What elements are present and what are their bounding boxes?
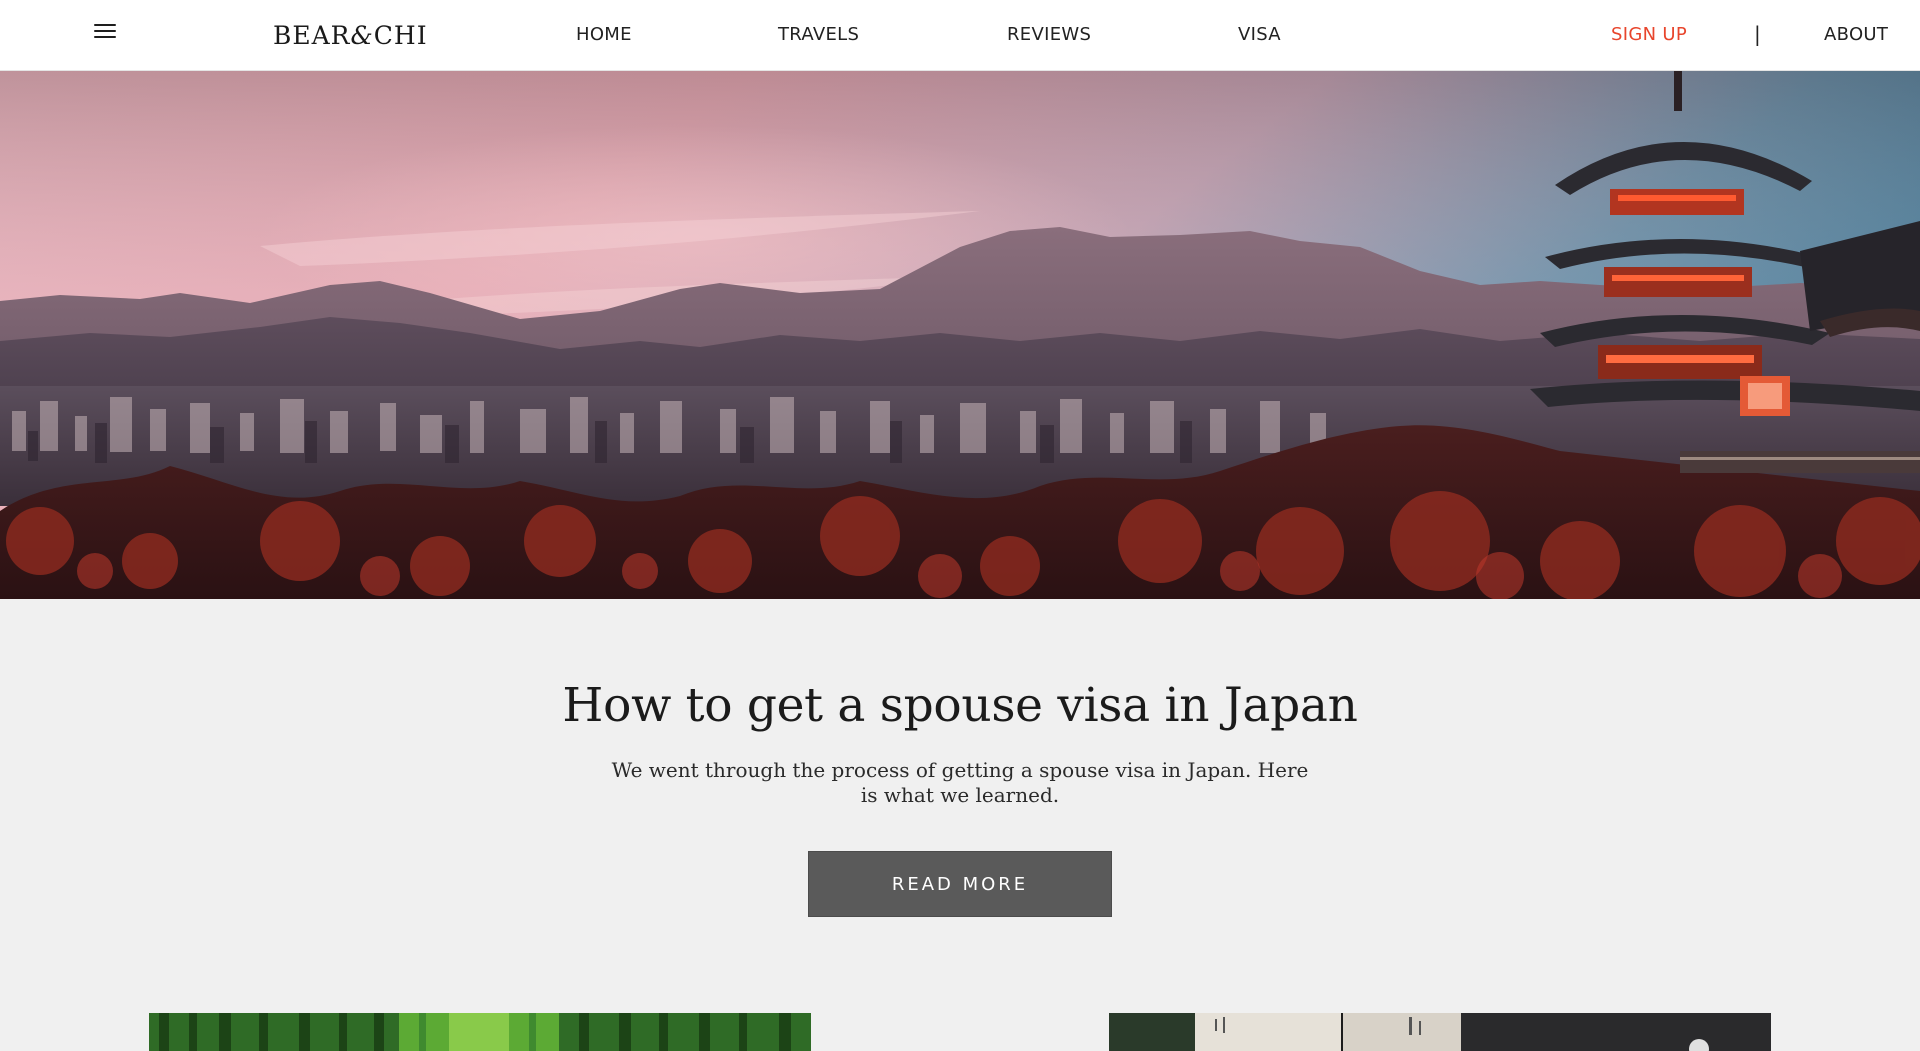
japanese-shop-card-image[interactable] — [1109, 1013, 1771, 1051]
logo-ampersand: & — [350, 21, 374, 50]
nav-about-link[interactable]: ABOUT — [1824, 24, 1888, 45]
article-description: We went through the process of getting a… — [611, 758, 1309, 807]
article-title: How to get a spouse visa in Japan — [562, 678, 1358, 733]
nav-reviews-link[interactable]: REVIEWS — [1007, 24, 1091, 45]
logo-text-right: CHI — [373, 21, 428, 50]
nav-separator: | — [1754, 22, 1762, 46]
nav-travels-link[interactable]: TRAVELS — [778, 24, 859, 45]
logo-text-left: BEAR — [273, 21, 351, 50]
hamburger-menu-icon[interactable] — [92, 20, 120, 44]
read-more-button[interactable]: READ MORE — [808, 851, 1112, 917]
site-header: BEAR&CHI HOME TRAVELS REVIEWS VISA SIGN … — [0, 0, 1920, 71]
site-logo[interactable]: BEAR&CHI — [273, 21, 428, 50]
nav-signup-link[interactable]: SIGN UP — [1611, 24, 1687, 45]
bamboo-forest-card-image[interactable] — [149, 1013, 811, 1051]
nav-home-link[interactable]: HOME — [576, 24, 632, 45]
hero-kyoto-scene — [0, 71, 1920, 599]
nav-visa-link[interactable]: VISA — [1238, 24, 1281, 45]
hero-image — [0, 71, 1920, 599]
